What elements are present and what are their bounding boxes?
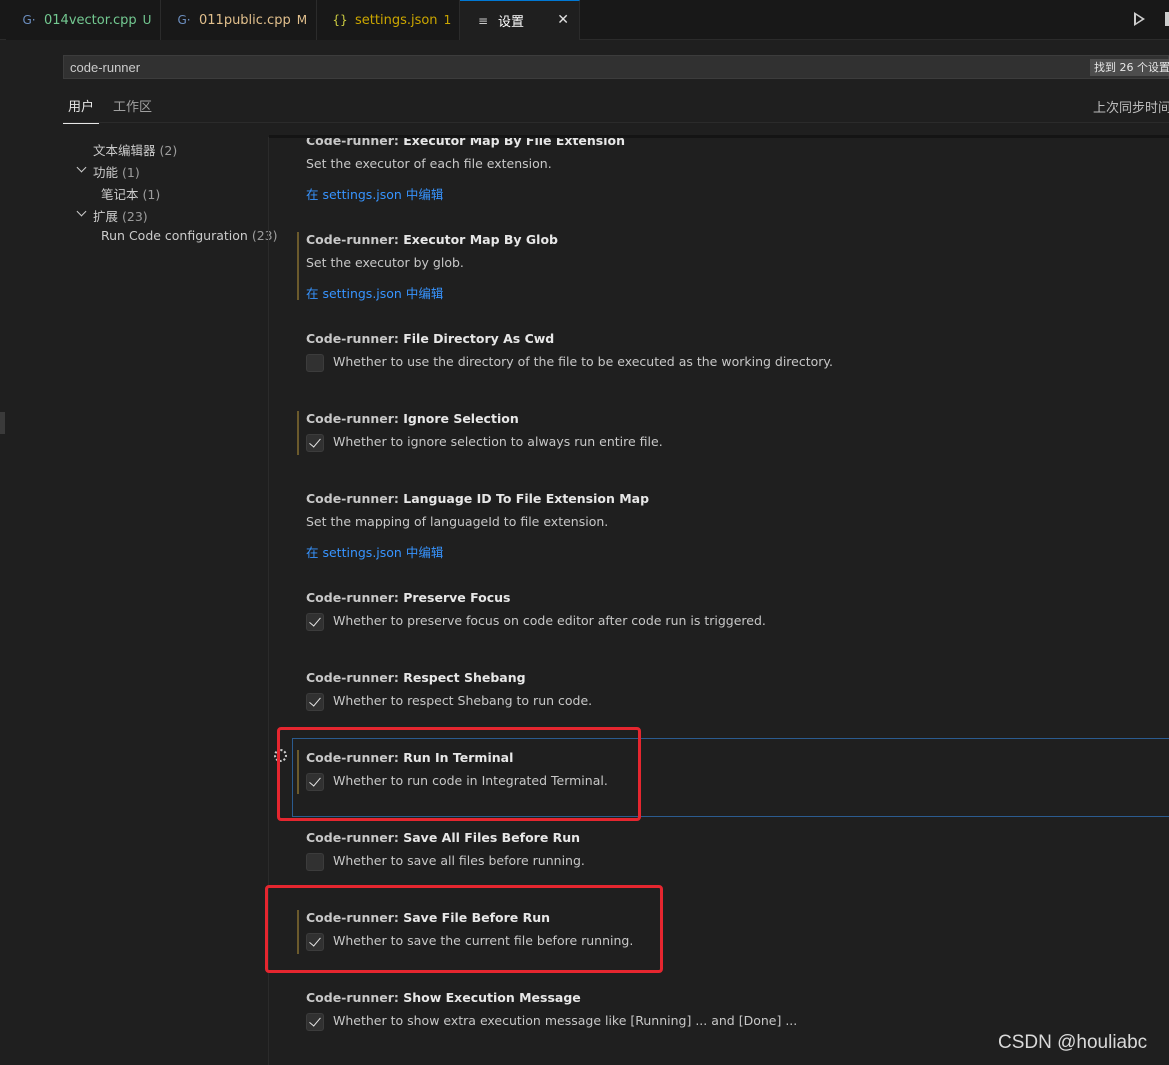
setting-checkbox[interactable] <box>306 613 324 631</box>
tab-label: 011public.cpp <box>199 12 291 28</box>
setting-checkbox[interactable] <box>306 1013 324 1031</box>
setting-name: Save All Files Before Run <box>403 830 581 845</box>
toc-item-features[interactable]: 功能 (1) <box>93 162 140 181</box>
toc-count: (2) <box>159 143 178 158</box>
setting-name: Show Execution Message <box>403 990 581 1005</box>
setting-name: Preserve Focus <box>403 590 511 605</box>
tab-user-settings[interactable]: 用户 <box>63 96 99 124</box>
toc-item-notebook[interactable]: 笔记本 (1) <box>101 184 160 203</box>
setting-description: Whether to show extra execution message … <box>333 1013 798 1028</box>
setting-checkbox[interactable] <box>306 434 324 452</box>
setting-description: Set the mapping of languageId to file ex… <box>306 514 609 529</box>
more-actions-icon[interactable] <box>1165 12 1169 26</box>
toc-item-run-code-configuration[interactable]: Run Code configuration (23) <box>101 228 278 243</box>
git-status-badge: M <box>296 13 308 27</box>
chevron-down-icon[interactable] <box>76 206 87 217</box>
setting-name: Language ID To File Extension Map <box>403 491 650 506</box>
setting-save-all-files-before-run: Code-runner: Save All Files Before Run W… <box>296 830 1169 880</box>
setting-checkbox[interactable] <box>306 354 324 372</box>
tab-settings[interactable]: ≡ 设置 ✕ <box>460 0 580 40</box>
tab-011public-cpp[interactable]: G· 011public.cpp M <box>161 0 317 40</box>
setting-name: Executor Map By Glob <box>403 232 558 247</box>
toc-label: 笔记本 <box>101 187 139 202</box>
edit-in-settings-json-link[interactable]: 在 settings.json 中编辑 <box>306 283 443 302</box>
settings-search-input[interactable] <box>63 55 1169 79</box>
setting-description: Whether to save all files before running… <box>333 853 585 868</box>
edit-in-settings-json-link[interactable]: 在 settings.json 中编辑 <box>306 184 443 203</box>
editor-tab-bar: G· 014vector.cpp U G· 011public.cpp M {}… <box>0 0 1169 40</box>
close-icon[interactable]: ✕ <box>557 12 569 28</box>
setting-category: Code-runner: <box>306 990 404 1005</box>
toc-item-text-editor[interactable]: 文本编辑器 (2) <box>93 140 177 159</box>
setting-executor-map-by-file-extension: Code-runner: Executor Map By File Extens… <box>296 133 1169 223</box>
chevron-down-icon[interactable] <box>76 162 87 173</box>
search-result-count: 找到 26 个设置 <box>1090 59 1169 76</box>
setting-executor-map-by-glob: Code-runner: Executor Map By Glob Set th… <box>296 232 1169 302</box>
cpp-file-icon: G· <box>177 13 191 27</box>
tab-014vector-cpp[interactable]: G· 014vector.cpp U <box>6 0 161 40</box>
tab-label: 014vector.cpp <box>44 12 137 28</box>
annotation-box-run-in-terminal <box>277 727 641 821</box>
toc-item-extensions[interactable]: 扩展 (23) <box>93 206 148 225</box>
setting-title: Code-runner: Respect Shebang <box>306 670 526 685</box>
scroll-shadow <box>269 135 1169 138</box>
settings-sliders-icon: ≡ <box>477 13 489 28</box>
setting-name: Ignore Selection <box>403 411 519 426</box>
setting-language-id-to-file-extension-map: Code-runner: Language ID To File Extensi… <box>296 491 1169 561</box>
modified-indicator <box>297 232 299 300</box>
tab-settings-json[interactable]: {} settings.json 1 <box>317 0 460 40</box>
watermark: CSDN @houliabc <box>998 1032 1148 1053</box>
setting-category: Code-runner: <box>306 232 404 247</box>
problem-count-badge: 1 <box>443 13 452 27</box>
git-status-badge: U <box>142 13 152 27</box>
setting-respect-shebang: Code-runner: Respect Shebang Whether to … <box>296 670 1169 720</box>
setting-description: Whether to respect Shebang to run code. <box>333 693 593 708</box>
setting-category: Code-runner: <box>306 491 404 506</box>
setting-description: Set the executor by glob. <box>306 255 464 270</box>
setting-description: Whether to preserve focus on code editor… <box>333 613 766 628</box>
edit-in-settings-json-link[interactable]: 在 settings.json 中编辑 <box>306 542 443 561</box>
toc-label: 功能 <box>93 165 119 180</box>
setting-title: Code-runner: Save All Files Before Run <box>306 830 580 845</box>
setting-description: Set the executor of each file extension. <box>306 156 552 171</box>
setting-title: Code-runner: Language ID To File Extensi… <box>306 491 649 506</box>
setting-file-directory-as-cwd: Code-runner: File Directory As Cwd Wheth… <box>296 331 1169 381</box>
setting-description: Whether to ignore selection to always ru… <box>333 434 663 449</box>
setting-checkbox[interactable] <box>306 693 324 711</box>
cpp-file-icon: G· <box>22 13 36 27</box>
tab-label: 设置 <box>498 15 525 30</box>
setting-category: Code-runner: <box>306 830 404 845</box>
setting-category: Code-runner: <box>306 331 404 346</box>
setting-name: Respect Shebang <box>403 670 526 685</box>
setting-category: Code-runner: <box>306 590 404 605</box>
toc-count: (1) <box>142 187 161 202</box>
tab-workspace-settings[interactable]: 工作区 <box>113 96 152 115</box>
toc-count: (23) <box>122 209 148 224</box>
run-icon[interactable] <box>1134 12 1145 26</box>
tab-label: settings.json <box>355 12 438 28</box>
setting-description: Whether to use the directory of the file… <box>333 354 834 369</box>
last-sync-label: 上次同步时间 <box>1093 101 1169 116</box>
toc-label: Run Code configuration <box>101 228 248 243</box>
setting-title: Code-runner: Preserve Focus <box>306 590 510 605</box>
json-file-icon: {} <box>332 13 348 27</box>
annotation-box-save-file-before-run <box>265 885 663 973</box>
setting-name: File Directory As Cwd <box>403 331 555 346</box>
setting-title: Code-runner: File Directory As Cwd <box>306 331 554 346</box>
modified-indicator <box>297 411 299 455</box>
toc-count: (1) <box>122 165 140 180</box>
setting-ignore-selection: Code-runner: Ignore Selection Whether to… <box>296 411 1169 461</box>
setting-title: Code-runner: Ignore Selection <box>306 411 519 426</box>
activity-bar-marker <box>0 412 5 434</box>
setting-title: Code-runner: Show Execution Message <box>306 990 581 1005</box>
toc-count: (23) <box>251 228 278 243</box>
setting-checkbox[interactable] <box>306 853 324 871</box>
setting-category: Code-runner: <box>306 670 404 685</box>
setting-title: Code-runner: Executor Map By Glob <box>306 232 558 247</box>
toc-label: 文本编辑器 <box>93 143 156 158</box>
toc-label: 扩展 <box>93 209 119 224</box>
setting-preserve-focus: Code-runner: Preserve Focus Whether to p… <box>296 590 1169 640</box>
divider <box>63 122 1169 123</box>
setting-category: Code-runner: <box>306 411 404 426</box>
